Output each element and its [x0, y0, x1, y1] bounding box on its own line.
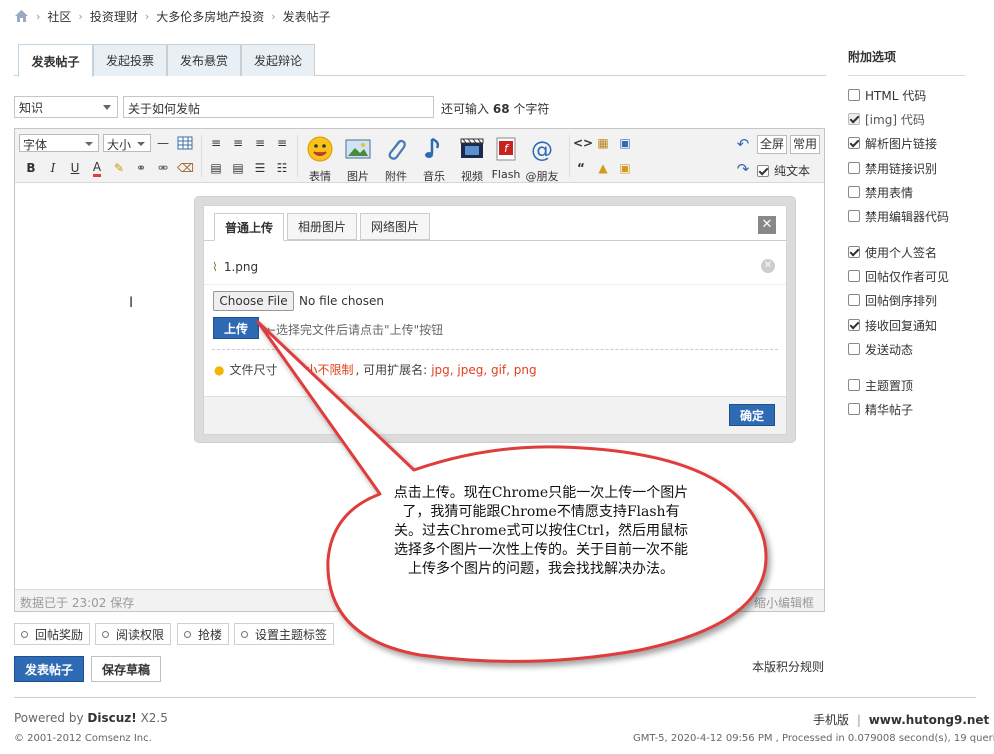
option-floor-grab[interactable]: 抢楼 [177, 623, 229, 645]
sidebar-option[interactable]: 接收回复通知 [848, 317, 937, 333]
option-label: [img] 代码 [865, 112, 925, 127]
option-label: 接收回复通知 [865, 318, 938, 333]
option-label: 回帖倒序排列 [865, 293, 938, 308]
callout-text: 点击上传。现在Chrome只能一次上传一个图片了，我猜可能跟Chrome不情愿支… [393, 485, 689, 577]
bullet-icon [241, 630, 248, 638]
option-checkbox[interactable] [848, 294, 860, 306]
powered-prefix: Powered by [14, 711, 84, 725]
option-topic-tags[interactable]: 设置主题标签 [234, 623, 334, 645]
option-checkbox[interactable] [848, 137, 860, 149]
option-label: 回帖仅作者可见 [865, 269, 950, 284]
option-read-permission[interactable]: 阅读权限 [95, 623, 171, 645]
sidebar-option[interactable]: 精华帖子 [848, 401, 913, 417]
sidebar-option[interactable]: 禁用编辑器代码 [848, 208, 949, 224]
option-checkbox[interactable] [848, 162, 860, 174]
submit-post-button[interactable]: 发表帖子 [14, 656, 84, 682]
option-label: 主题置顶 [865, 378, 914, 393]
sidebar-option[interactable]: 回帖倒序排列 [848, 292, 937, 308]
option-label: 禁用链接识别 [865, 161, 938, 176]
forum-rules-link[interactable]: 本版积分规则 [752, 658, 824, 675]
option-checkbox[interactable] [848, 319, 860, 331]
sidebar-option[interactable]: 禁用链接识别 [848, 160, 937, 176]
site-link[interactable]: www.hutong9.net [869, 713, 990, 727]
powered-brand[interactable]: Discuz! [87, 711, 136, 725]
bullet-icon [102, 630, 109, 638]
option-reply-reward[interactable]: 回帖奖励 [14, 623, 90, 645]
option-label: HTML 代码 [865, 88, 927, 103]
powered-by: Powered by Discuz! X2.5 [14, 711, 168, 725]
sidebar-option[interactable]: 禁用表情 [848, 184, 913, 200]
option-label: 禁用编辑器代码 [865, 209, 950, 224]
separator: | [856, 713, 861, 727]
sidebar-option[interactable]: 回帖仅作者可见 [848, 268, 949, 284]
option-checkbox[interactable] [848, 379, 860, 391]
option-label: 阅读权限 [116, 627, 165, 642]
option-label: 抢楼 [198, 627, 223, 642]
bullet-icon [184, 630, 191, 638]
option-label: 回帖奖励 [35, 627, 84, 642]
option-label: 使用个人签名 [865, 245, 938, 260]
option-checkbox[interactable] [848, 403, 860, 415]
option-checkbox [848, 113, 860, 125]
option-checkbox[interactable] [848, 246, 860, 258]
footer-divider [14, 697, 976, 698]
copyright: © 2001-2012 Comsenz Inc. [14, 733, 152, 744]
option-label: 禁用表情 [865, 185, 914, 200]
sidebar-option[interactable]: 发送动态 [848, 341, 913, 357]
option-label: 发送动态 [865, 342, 914, 357]
option-label: 设置主题标签 [255, 627, 328, 642]
sidebar-option[interactable]: HTML 代码 [848, 87, 926, 103]
sidebar-option[interactable]: 使用个人签名 [848, 244, 937, 260]
save-draft-button[interactable]: 保存草稿 [91, 656, 161, 682]
mobile-link[interactable]: 手机版 [813, 713, 849, 727]
extra-options-sidebar: 附加选项 [848, 48, 968, 76]
sidebar-option[interactable]: 解析图片链接 [848, 135, 937, 151]
sidebar-option[interactable]: [img] 代码 [848, 111, 925, 127]
footer-links: 手机版 | www.hutong9.net [813, 711, 989, 728]
sidebar-option[interactable]: 主题置顶 [848, 377, 913, 393]
processing-info: GMT-5, 2020-4-12 09:56 PM , Processed in… [633, 733, 994, 744]
bullet-icon [21, 630, 28, 638]
sidebar-title: 附加选项 [848, 48, 965, 76]
option-label: 精华帖子 [865, 402, 914, 417]
option-checkbox[interactable] [848, 343, 860, 355]
powered-version: X2.5 [140, 711, 168, 725]
option-checkbox[interactable] [848, 270, 860, 282]
option-checkbox[interactable] [848, 186, 860, 198]
option-label: 解析图片链接 [865, 136, 938, 151]
option-checkbox[interactable] [848, 210, 860, 222]
option-checkbox[interactable] [848, 89, 860, 101]
